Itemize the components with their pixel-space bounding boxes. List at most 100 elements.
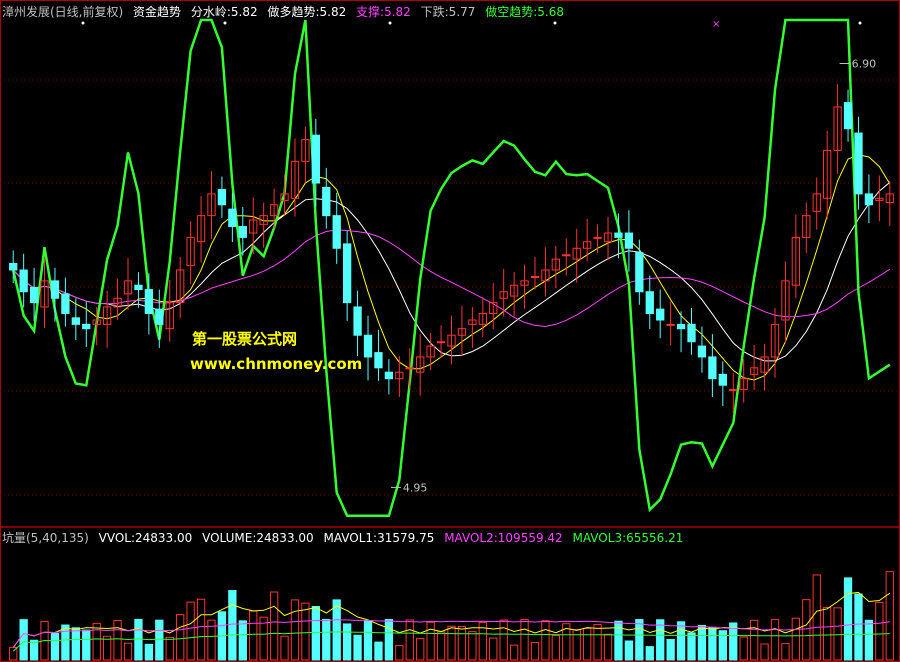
volume-bar [269, 591, 279, 661]
top-x-marker: × [712, 19, 720, 30]
volume-bar [854, 593, 863, 661]
volume-bar [656, 619, 665, 661]
volume-bar [687, 632, 696, 661]
volume-bar [447, 625, 456, 661]
top-marker [858, 21, 862, 25]
candle-body [238, 226, 247, 238]
volume-bar [301, 602, 310, 661]
candle-body [562, 254, 571, 257]
candle-body [342, 243, 352, 304]
volume-bar [489, 637, 498, 661]
volume-bar [144, 643, 154, 661]
candle-body [228, 208, 237, 228]
volume-bar [833, 607, 842, 661]
candle-body [9, 262, 18, 271]
volume-bar [781, 643, 790, 661]
volume-bar [186, 601, 195, 661]
candle-body [19, 269, 28, 293]
volume-bar [50, 633, 60, 661]
volume-indicator-name: 坑量(5,40,135) [2, 531, 89, 545]
mavol3-line [12, 631, 890, 652]
volume-bar [290, 599, 300, 661]
top-marker [81, 21, 85, 25]
volume-bar [374, 641, 383, 661]
candle-body [864, 193, 874, 206]
volume-bar [61, 624, 70, 661]
volume-bar [697, 625, 707, 661]
volume-bar [82, 629, 91, 661]
candle-body [624, 232, 634, 249]
volume-bar [583, 627, 592, 661]
candle-body [134, 284, 143, 291]
volume-bar [457, 625, 467, 661]
volume-bar [71, 627, 80, 661]
candle-body [61, 293, 70, 314]
volume-bar [134, 618, 143, 661]
candle-body [363, 334, 373, 358]
zuokong-value: 做空趋势:5.68 [485, 5, 564, 19]
volume-bar [499, 619, 508, 661]
candle-body [666, 323, 675, 326]
volume-bar [113, 619, 122, 661]
fenshuiling-value: 分水岭:5.82 [190, 5, 258, 19]
stock-chart-window: × 6.90 4.95 漳州发展(日线,前复权) 资金趋势 分水岭:5.82 做多趋… [0, 0, 900, 662]
indicator-name: 资金趋势 [133, 5, 182, 19]
volume-bar [885, 571, 894, 661]
volume-bar [238, 620, 247, 661]
candle-body [71, 317, 80, 325]
volume-bar [509, 644, 519, 661]
volume-bar [353, 634, 362, 661]
volume-bar [249, 610, 258, 661]
volume-bar [436, 631, 446, 661]
candle-body [614, 232, 623, 238]
volume-bar [739, 636, 748, 661]
stock-title: 漳州发展(日线,前复权) [2, 5, 124, 19]
volume-bar [384, 618, 394, 661]
volume-bar [666, 639, 675, 661]
top-marker [553, 21, 557, 25]
volume-bar [572, 628, 581, 661]
candle-body [854, 132, 863, 195]
volume-bar [363, 620, 373, 661]
volume-bar [676, 621, 686, 661]
chart-canvas: × 6.90 4.95 [0, 0, 900, 662]
candle-body [29, 286, 39, 304]
volume-bar [426, 621, 435, 661]
candle-body [405, 367, 414, 370]
candle-body [82, 323, 91, 330]
volume-bar [228, 589, 237, 661]
candle-body [217, 189, 227, 206]
candle-body [687, 323, 696, 343]
top-marker [223, 21, 227, 25]
candle-body [729, 389, 738, 392]
volume-bar [405, 619, 414, 661]
candle-body [155, 308, 164, 325]
volume-bar [322, 618, 331, 661]
volume-bar [541, 620, 550, 661]
volume-bar [823, 607, 832, 661]
watermark-title: 第一股票公式网 [192, 330, 298, 348]
candle-body [530, 276, 540, 279]
volume-bar [843, 577, 853, 661]
volume-bar [332, 599, 341, 661]
volume-bar [342, 623, 352, 661]
volume-bar [614, 620, 623, 661]
volume-bar [593, 624, 602, 661]
volume-bar [708, 626, 717, 661]
mavol1-value: MAVOL1:31579.75 [323, 531, 435, 545]
trend-line [11, 18, 891, 517]
volume-bar [196, 598, 206, 661]
volume-bar [155, 619, 164, 661]
volume-bar [770, 618, 780, 661]
zhicheng-value: 支撑:5.82 [356, 5, 411, 19]
volume-bar [812, 574, 821, 661]
candle-body [593, 236, 602, 239]
volume-bar [102, 635, 112, 661]
candle-body [645, 291, 654, 314]
volume-bar [624, 640, 634, 661]
volume-bar [520, 618, 529, 661]
top-marker [388, 21, 392, 25]
vvol-value: VVOL:24833.00 [98, 531, 193, 545]
candle-body [436, 341, 446, 344]
annotation-label: 4.95 [403, 481, 428, 494]
